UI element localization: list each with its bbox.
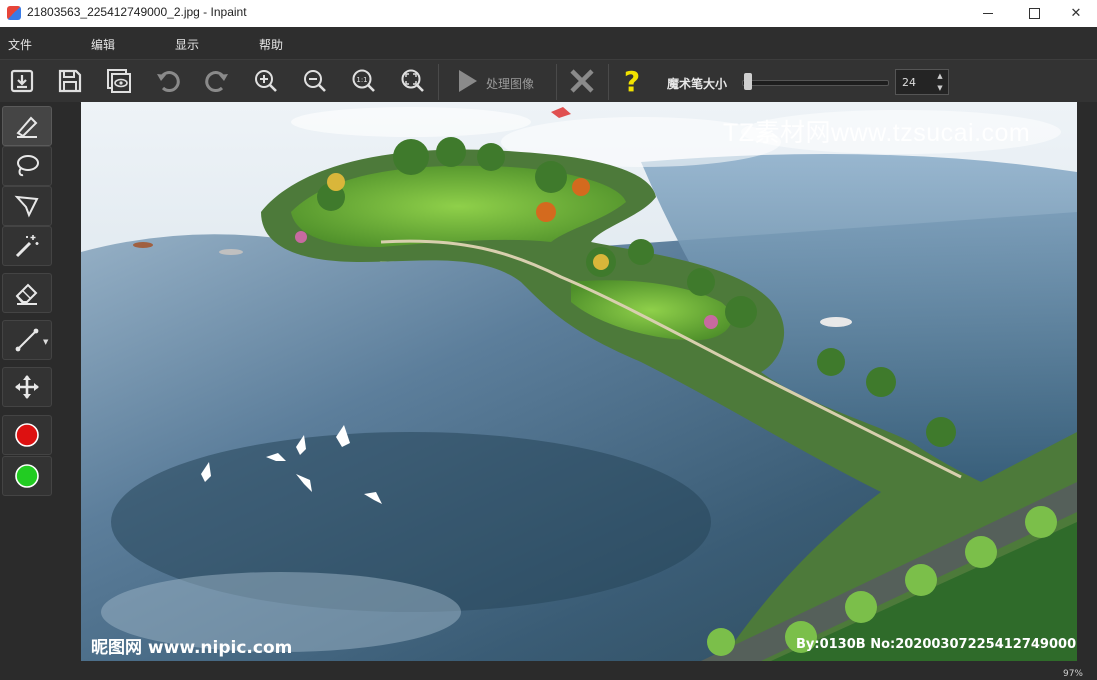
process-image-button[interactable] xyxy=(448,63,484,99)
open-icon xyxy=(10,69,34,93)
lasso-icon xyxy=(17,155,39,177)
eraser-icon xyxy=(15,283,38,305)
actual-size-icon: 1:1 xyxy=(352,69,375,92)
watermark-bottom-left: 昵图网 www.nipic.com xyxy=(91,638,293,658)
maximize-button[interactable] xyxy=(1011,0,1057,27)
undo-button[interactable] xyxy=(150,63,186,99)
zoom-out-button[interactable] xyxy=(297,63,333,99)
undo-icon xyxy=(157,71,180,93)
cancel-icon xyxy=(570,69,594,93)
minimize-button[interactable] xyxy=(965,0,1011,27)
toolbar: 1:1 处理图像 ? 魔术笔大小 ▲ ▼ xyxy=(0,59,1097,104)
landscape-image xyxy=(81,102,1077,661)
line-icon xyxy=(15,328,39,352)
run-icon xyxy=(459,70,477,92)
actual-size-button[interactable]: 1:1 xyxy=(346,63,382,99)
preview-button[interactable] xyxy=(101,63,137,99)
zoom-in-button[interactable] xyxy=(248,63,284,99)
toolbar-separator xyxy=(556,64,557,100)
image-canvas[interactable] xyxy=(81,102,1077,661)
spin-down-button[interactable]: ▼ xyxy=(933,82,947,93)
polygon-lasso-icon xyxy=(14,195,39,218)
help-button[interactable]: ? xyxy=(614,63,650,99)
menu-file[interactable]: 文件 xyxy=(8,36,32,53)
magic-wand-tool[interactable] xyxy=(2,226,52,266)
minimize-icon xyxy=(983,13,993,14)
maximize-icon xyxy=(1028,8,1040,19)
menu-help[interactable]: 帮助 xyxy=(259,36,283,53)
line-tool-dropdown-icon[interactable]: ▼ xyxy=(43,338,48,346)
status-bar: 97% xyxy=(0,669,1097,680)
eraser-tool[interactable] xyxy=(2,273,52,313)
save-button[interactable] xyxy=(52,63,88,99)
save-icon xyxy=(58,69,82,93)
brush-size-slider[interactable] xyxy=(742,80,889,86)
horizontal-scrollbar[interactable] xyxy=(81,661,1077,669)
redo-icon xyxy=(205,71,228,93)
svg-text:1:1: 1:1 xyxy=(356,76,367,84)
marker-icon xyxy=(16,116,38,138)
move-tool[interactable] xyxy=(2,367,52,407)
green-keep-color[interactable] xyxy=(2,456,52,496)
red-circle-icon xyxy=(15,423,39,447)
green-circle-icon xyxy=(15,464,39,488)
menu-view[interactable]: 显示 xyxy=(175,36,199,53)
brush-size-label: 魔术笔大小 xyxy=(667,77,728,91)
close-icon: ✕ xyxy=(1070,6,1082,21)
brush-size-spinbox: ▲ ▼ xyxy=(895,69,949,95)
vertical-scrollbar[interactable] xyxy=(1077,102,1097,661)
red-mark-color[interactable] xyxy=(2,415,52,455)
menu-bar: 文件 编辑 显示 帮助 xyxy=(0,27,1097,59)
toolbar-separator xyxy=(608,64,609,100)
spin-up-button[interactable]: ▲ xyxy=(933,70,947,81)
lasso-tool[interactable] xyxy=(2,146,52,186)
cancel-process-button[interactable] xyxy=(564,63,600,99)
zoom-in-icon xyxy=(255,70,277,92)
toolbar-separator xyxy=(438,64,439,100)
fit-window-icon xyxy=(401,69,424,92)
menu-edit[interactable]: 编辑 xyxy=(91,36,115,53)
watermark-top: TZ素材网www.tzsucai.com xyxy=(723,119,1031,147)
marker-tool[interactable] xyxy=(2,106,52,146)
brush-size-slider-handle[interactable] xyxy=(744,73,752,90)
app-icon xyxy=(7,6,21,20)
preview-icon xyxy=(107,69,131,93)
magic-wand-icon xyxy=(15,235,39,258)
window-title: 21803563_225412749000_2.jpg - Inpaint xyxy=(27,5,247,19)
zoom-out-icon xyxy=(304,70,326,92)
fit-window-button[interactable] xyxy=(395,63,431,99)
polygon-lasso-tool[interactable] xyxy=(2,186,52,226)
zoom-level: 97% xyxy=(1062,669,1083,679)
redo-button[interactable] xyxy=(199,63,235,99)
open-button[interactable] xyxy=(4,63,40,99)
close-button[interactable]: ✕ xyxy=(1053,0,1097,27)
process-image-label[interactable]: 处理图像 xyxy=(486,75,534,92)
move-icon xyxy=(15,375,39,399)
title-bar: 21803563_225412749000_2.jpg - Inpaint ✕ xyxy=(0,0,1097,27)
brush-size-input[interactable] xyxy=(900,73,934,91)
help-icon: ? xyxy=(623,64,641,98)
watermark-bottom-right: By:0130B No:20200307225412749000 xyxy=(796,637,1077,652)
